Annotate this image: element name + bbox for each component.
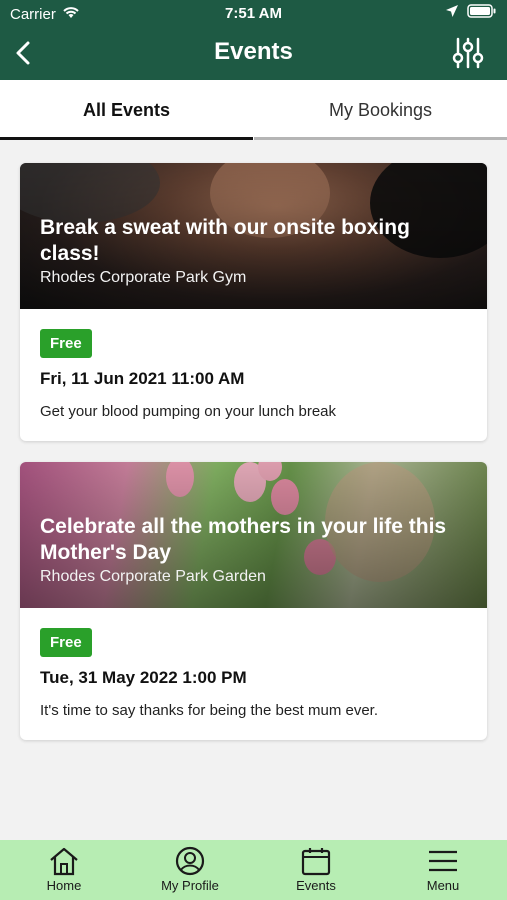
event-card[interactable]: Celebrate all the mothers in your life t… — [20, 462, 487, 740]
app-header: Carrier 7:51 AM Events — [0, 0, 507, 80]
sliders-icon — [452, 37, 484, 69]
nav-menu[interactable]: Menu — [393, 846, 493, 893]
price-badge: Free — [40, 329, 92, 358]
bottom-navigation: Home My Profile Events Menu — [0, 840, 507, 900]
price-badge: Free — [40, 628, 92, 657]
home-icon — [50, 847, 78, 876]
location-arrow-icon — [445, 4, 459, 22]
nav-home-label: Home — [46, 878, 82, 893]
event-datetime: Tue, 31 May 2022 1:00 PM — [40, 668, 247, 687]
event-tabs: All Events My Bookings — [0, 80, 507, 140]
nav-my-profile[interactable]: My Profile — [140, 846, 240, 893]
status-right — [445, 4, 497, 22]
nav-home[interactable]: Home — [14, 846, 114, 893]
nav-events[interactable]: Events — [266, 846, 366, 893]
tab-my-bookings[interactable]: My Bookings — [254, 80, 507, 140]
page-title: Events — [214, 38, 293, 65]
filter-button[interactable] — [451, 36, 485, 70]
event-description: It's time to say thanks for being the be… — [40, 702, 379, 719]
event-image: Break a sweat with our onsite boxing cla… — [20, 163, 487, 309]
event-image: Celebrate all the mothers in your life t… — [20, 462, 487, 608]
tab-all-events[interactable]: All Events — [0, 80, 253, 140]
event-title: Break a sweat with our onsite boxing cla… — [40, 216, 410, 265]
menu-icon — [429, 850, 457, 872]
calendar-icon — [301, 848, 331, 876]
nav-events-label: Events — [296, 878, 336, 893]
event-description: Get your blood pumping on your lunch bre… — [40, 403, 337, 420]
nav-menu-label: Menu — [426, 878, 460, 893]
navigation-bar: Events — [0, 30, 507, 76]
event-location: Rhodes Corporate Park Gym — [40, 269, 247, 286]
event-card[interactable]: Break a sweat with our onsite boxing cla… — [20, 163, 487, 441]
event-title: Celebrate all the mothers in your life t… — [40, 515, 447, 564]
event-datetime: Fri, 11 Jun 2021 11:00 AM — [40, 369, 245, 388]
status-time: 7:51 AM — [225, 5, 282, 22]
nav-my-profile-label: My Profile — [161, 878, 219, 893]
event-location: Rhodes Corporate Park Garden — [40, 568, 266, 585]
status-bar: Carrier 7:51 AM — [0, 0, 507, 28]
battery-icon — [467, 4, 497, 22]
profile-icon — [175, 846, 205, 876]
